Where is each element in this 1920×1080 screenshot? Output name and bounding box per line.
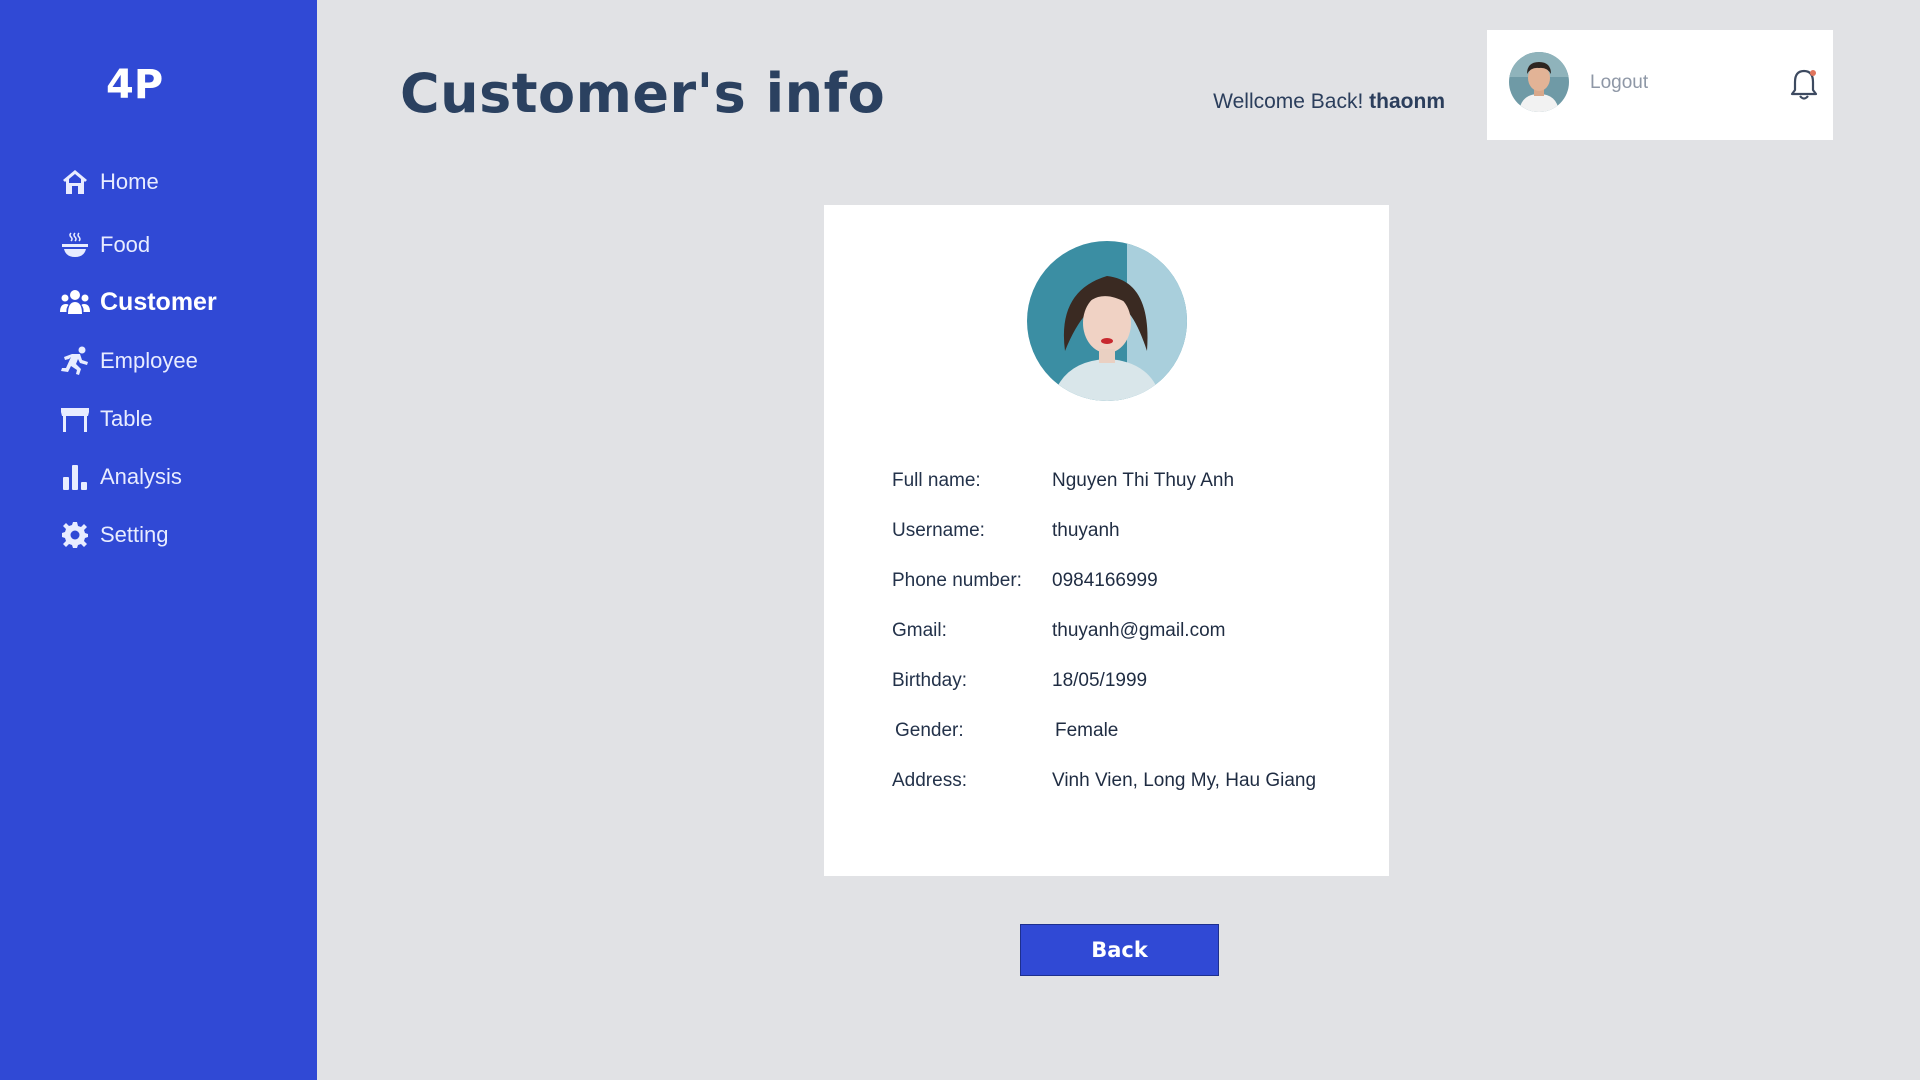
- welcome-prefix: Wellcome Back!: [1213, 90, 1364, 113]
- field-label: Username:: [892, 520, 985, 541]
- back-button[interactable]: Back: [1020, 924, 1219, 976]
- sidebar-item-table[interactable]: Table: [60, 404, 153, 434]
- field-value: thuyanh@gmail.com: [1052, 620, 1226, 641]
- food-bowl-icon: [60, 230, 90, 260]
- field-label: Birthday:: [892, 670, 967, 691]
- sidebar-item-label: Home: [100, 169, 159, 194]
- sidebar-item-home[interactable]: Home: [60, 167, 159, 197]
- info-row-gmail: Gmail: thuyanh@gmail.com: [892, 620, 1225, 642]
- sidebar: 4P Home Food Customer Employee Table Ana…: [0, 0, 317, 1080]
- customer-avatar: [1027, 241, 1187, 401]
- field-label: Gender:: [895, 720, 964, 741]
- field-label: Address:: [892, 770, 967, 791]
- field-value: Female: [1055, 720, 1119, 741]
- sidebar-item-label: Table: [100, 406, 153, 431]
- info-row-address: Address: Vinh Vien, Long My, Hau Giang: [892, 770, 1316, 792]
- field-label: Gmail:: [892, 620, 947, 641]
- sidebar-item-employee[interactable]: Employee: [60, 346, 198, 376]
- welcome-message: Wellcome Back! thaonm: [1213, 90, 1445, 114]
- welcome-username: thaonm: [1369, 90, 1445, 113]
- sidebar-item-food[interactable]: Food: [60, 230, 150, 260]
- field-label: Full name:: [892, 470, 981, 491]
- sidebar-item-label: Employee: [100, 348, 198, 373]
- bar-chart-icon: [60, 462, 90, 492]
- user-panel: Logout: [1487, 30, 1833, 140]
- sidebar-item-label: Setting: [100, 522, 169, 547]
- sidebar-item-analysis[interactable]: Analysis: [60, 462, 182, 492]
- running-person-icon: [60, 346, 90, 376]
- notification-bell-icon[interactable]: [1789, 68, 1819, 102]
- sidebar-item-label: Food: [100, 232, 151, 257]
- sidebar-item-setting[interactable]: Setting: [60, 520, 169, 550]
- info-row-username: Username: thuyanh: [892, 520, 1120, 542]
- field-value: Vinh Vien, Long My, Hau Giang: [1052, 770, 1317, 791]
- avatar[interactable]: [1509, 52, 1569, 112]
- field-value: 0984166999: [1052, 570, 1158, 591]
- gear-icon: [60, 520, 90, 550]
- app-logo[interactable]: 4P: [106, 62, 163, 108]
- notification-dot: [1810, 70, 1816, 76]
- users-icon: [60, 287, 90, 317]
- info-row-gender: Gender: Female: [895, 720, 1118, 742]
- info-row-fullname: Full name: Nguyen Thi Thuy Anh: [892, 470, 1234, 492]
- table-icon: [60, 404, 90, 434]
- page-title: Customer's info: [400, 62, 886, 125]
- sidebar-item-label: Customer: [100, 287, 217, 316]
- info-row-birthday: Birthday: 18/05/1999: [892, 670, 1147, 692]
- logout-link[interactable]: Logout: [1590, 72, 1648, 94]
- home-icon: [60, 167, 90, 197]
- field-value: Nguyen Thi Thuy Anh: [1052, 470, 1235, 491]
- sidebar-item-label: Analysis: [100, 464, 182, 489]
- field-value: thuyanh: [1052, 520, 1120, 541]
- customer-info-card: Full name: Nguyen Thi Thuy Anh Username:…: [824, 205, 1389, 876]
- field-value: 18/05/1999: [1052, 670, 1148, 691]
- field-label: Phone number:: [892, 570, 1022, 591]
- sidebar-item-customer[interactable]: Customer: [60, 287, 217, 317]
- info-row-phone: Phone number: 0984166999: [892, 570, 1158, 592]
